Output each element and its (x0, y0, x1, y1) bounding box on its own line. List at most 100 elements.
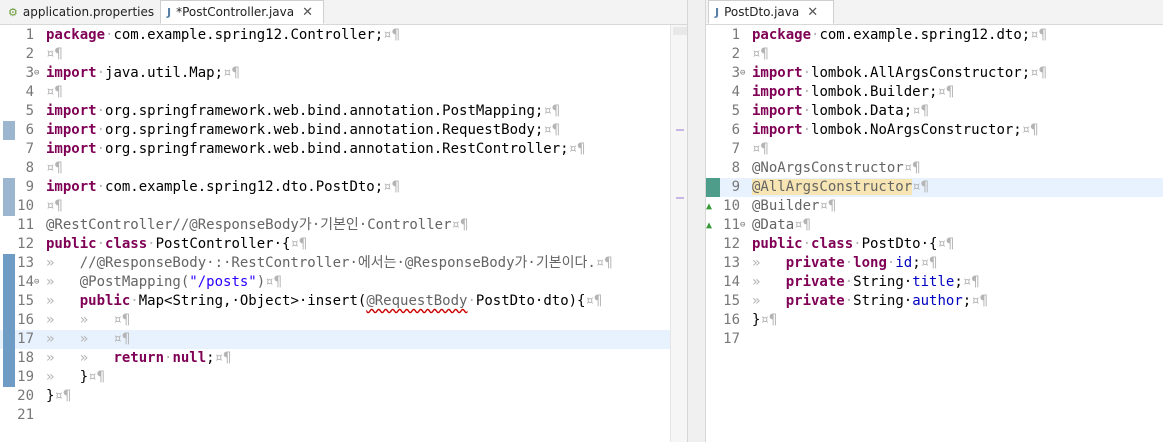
right-code-editor[interactable]: 1 package·com.example.spring12.dto;¤¶ 2 ¤¶ 3… (706, 25, 1163, 442)
code-text[interactable]: @Builder¤¶ (752, 197, 836, 216)
code-line[interactable]: 13 » //@ResponseBody·:·RestController·에서는… (0, 254, 687, 273)
code-line[interactable]: ▲ 11 ⊖ @Data¤¶ (706, 216, 1163, 235)
code-line[interactable]: 17 » » ¤¶ (0, 330, 687, 349)
editor-tab[interactable]: ⚙ application.properties (2, 0, 158, 24)
code-text[interactable]: ¤¶ (46, 197, 63, 216)
code-token: ; (912, 255, 921, 271)
code-line[interactable]: 17 (706, 330, 1163, 349)
code-text[interactable]: ¤¶ (46, 83, 63, 102)
code-text[interactable]: ¤¶ (46, 45, 63, 64)
code-text[interactable]: » private·String·author;¤¶ (752, 292, 988, 311)
code-line[interactable]: 16}¤¶ (706, 311, 1163, 330)
code-text[interactable]: public·class·PostDto·{¤¶ (752, 235, 954, 254)
code-line[interactable]: 7 import·org.springframework.web.bind.ann… (0, 140, 687, 159)
code-line[interactable]: 2 ¤¶ (0, 45, 687, 64)
code-text[interactable]: » private·String·title;¤¶ (752, 273, 980, 292)
code-text[interactable]: import·lombok.AllArgsConstructor;¤¶ (752, 64, 1047, 83)
editor-tab[interactable]: J *PostController.java ✕ (160, 0, 324, 24)
code-text[interactable]: » public·Map<String,·Object>·insert(@Req… (46, 292, 602, 311)
code-text[interactable]: @RestController//@ResponseBody가·기본인·Cont… (46, 216, 468, 235)
close-icon[interactable]: ✕ (807, 5, 818, 20)
code-line[interactable]: 4 import·lombok.Builder;¤¶ (706, 83, 1163, 102)
code-text[interactable]: }¤¶ (752, 311, 777, 330)
code-text[interactable]: import·lombok.Builder;¤¶ (752, 83, 954, 102)
fold-toggle-icon[interactable]: ⊖ (740, 216, 748, 235)
code-text[interactable]: package·com.example.spring12.dto;¤¶ (752, 26, 1047, 45)
code-token: } (79, 369, 89, 385)
code-token: package (752, 27, 812, 43)
code-line[interactable]: 13» private·long·id;¤¶ (706, 254, 1163, 273)
code-line[interactable]: 12 public·class·PostController·{¤¶ (0, 235, 687, 254)
code-text[interactable]: import·com.example.spring12.dto.PostDto;… (46, 178, 400, 197)
code-text[interactable]: » » ¤¶ (46, 330, 130, 349)
code-text[interactable]: » //@ResponseBody·:·RestController·에서는·@… (46, 254, 613, 273)
left-vertical-scrollbar[interactable] (673, 27, 687, 35)
editor-splitter[interactable] (687, 0, 706, 442)
code-text[interactable]: import·lombok.Data;¤¶ (752, 102, 929, 121)
code-line[interactable]: 1 package·com.example.spring12.dto;¤¶ (706, 26, 1163, 45)
code-line[interactable]: 6 import·lombok.NoArgsConstructor;¤¶ (706, 121, 1163, 140)
code-line[interactable]: 15» public·Map<String,·Object>·insert(@R… (0, 292, 687, 311)
code-text[interactable]: import·org.springframework.web.bind.anno… (46, 102, 560, 121)
left-code-editor[interactable]: 1 package·com.example.spring12.Controller… (0, 25, 687, 442)
whitespace-marker: » (752, 255, 786, 271)
code-line[interactable]: 10 ¤¶ (0, 197, 687, 216)
code-line[interactable]: 16 » » ¤¶ (0, 311, 687, 330)
code-line[interactable]: ▲ 10 @Builder¤¶ (706, 197, 1163, 216)
code-line[interactable]: 6 import·org.springframework.web.bind.ann… (0, 121, 687, 140)
editor-tab[interactable]: J PostDto.java ✕ (708, 0, 834, 24)
fold-toggle-icon[interactable]: ⊖ (34, 273, 42, 292)
code-text[interactable]: » }¤¶ (46, 368, 105, 387)
code-text[interactable]: @NoArgsConstructor¤¶ (752, 159, 921, 178)
code-text[interactable]: @Data¤¶ (752, 216, 811, 235)
left-ruler-change-mark[interactable] (676, 129, 684, 131)
left-ruler-change-mark[interactable] (676, 197, 684, 199)
code-line[interactable]: 18 » » return·null;¤¶ (0, 349, 687, 368)
whitespace-marker: · (802, 236, 812, 252)
code-text[interactable]: import·org.springframework.web.bind.anno… (46, 140, 585, 159)
code-line[interactable]: 9 import·com.example.spring12.dto.PostDto… (0, 178, 687, 197)
code-line[interactable]: 1 package·com.example.spring12.Controller… (0, 26, 687, 45)
whitespace-marker: · (853, 236, 862, 252)
code-line[interactable]: 3 ⊖ import·lombok.AllArgsConstructor;¤¶ (706, 64, 1163, 83)
code-line[interactable]: 5 import·org.springframework.web.bind.ann… (0, 102, 687, 121)
code-line[interactable]: 5 import·lombok.Data;¤¶ (706, 102, 1163, 121)
code-text[interactable]: import·org.springframework.web.bind.anno… (46, 121, 560, 140)
code-line[interactable]: 2 ¤¶ (706, 45, 1163, 64)
code-text[interactable]: » private·long·id;¤¶ (752, 254, 937, 273)
code-text[interactable]: » » ¤¶ (46, 311, 130, 330)
code-text[interactable]: public·class·PostController·{¤¶ (46, 235, 307, 254)
code-text[interactable]: ¤¶ (46, 159, 63, 178)
code-text[interactable]: import·lombok.NoArgsConstructor;¤¶ (752, 121, 1039, 140)
whitespace-marker: ¤¶ (383, 179, 401, 195)
code-line[interactable]: 7 ¤¶ (706, 140, 1163, 159)
left-overview-ruler[interactable] (670, 25, 687, 442)
close-icon[interactable]: ✕ (302, 5, 313, 20)
code-line[interactable]: 21 (0, 406, 687, 425)
fold-toggle-icon[interactable]: ⊖ (740, 64, 748, 83)
code-line[interactable]: 3 ⊖ import·java.util.Map;¤¶ (0, 64, 687, 83)
code-text[interactable]: @AllArgsConstructor¤¶ (752, 178, 929, 197)
code-line[interactable]: 4 ¤¶ (0, 83, 687, 102)
code-text[interactable]: » » return·null;¤¶ (46, 349, 231, 368)
code-text[interactable]: » @PostMapping("/posts")¤¶ (46, 273, 282, 292)
code-token: @RequestBody (366, 293, 468, 309)
code-line[interactable]: 11 @RestController//@ResponseBody가·기본인·Co… (0, 216, 687, 235)
code-line[interactable]: 12 public·class·PostDto·{¤¶ (706, 235, 1163, 254)
code-token: import (46, 122, 97, 138)
code-line[interactable]: 20}¤¶ (0, 387, 687, 406)
code-text[interactable]: ¤¶ (752, 140, 769, 159)
code-line[interactable]: 14 » private·String·title;¤¶ (706, 273, 1163, 292)
code-line[interactable]: 19 » }¤¶ (0, 368, 687, 387)
code-line[interactable]: 15 » private·String·author;¤¶ (706, 292, 1163, 311)
code-line[interactable]: 9 @AllArgsConstructor¤¶ (706, 178, 1163, 197)
fold-toggle-icon[interactable]: ⊖ (34, 64, 42, 83)
code-text[interactable]: ¤¶ (752, 45, 769, 64)
code-line[interactable]: 14 ⊖» @PostMapping("/posts")¤¶ (0, 273, 687, 292)
code-line[interactable]: 8 @NoArgsConstructor¤¶ (706, 159, 1163, 178)
code-text[interactable]: package·com.example.spring12.Controller;… (46, 26, 400, 45)
code-text[interactable]: }¤¶ (46, 387, 71, 406)
line-number: 6 (25, 122, 34, 138)
code-text[interactable]: import·java.util.Map;¤¶ (46, 64, 240, 83)
code-line[interactable]: 8 ¤¶ (0, 159, 687, 178)
